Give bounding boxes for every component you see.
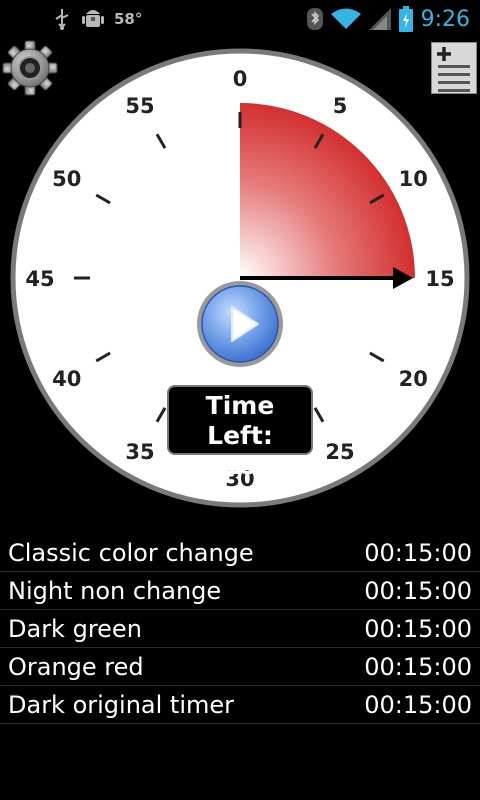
status-bar: 58° 9:26	[0, 0, 480, 38]
dial-number: 10	[399, 167, 428, 191]
status-bar-left: 58°	[52, 6, 142, 32]
list-item[interactable]: Orange red 00:15:00	[0, 648, 480, 686]
preset-name: Orange red	[8, 652, 144, 681]
android-debug-icon	[82, 10, 104, 27]
dial-number: 50	[52, 167, 81, 191]
status-clock: 9:26	[420, 6, 470, 32]
play-icon	[197, 281, 283, 367]
time-left-display: Time Left: 00:15:00	[167, 385, 313, 480]
time-left-value: 00:15:00	[177, 451, 303, 480]
battery-charging-icon	[398, 6, 413, 32]
status-bar-right: 9:26	[306, 6, 470, 32]
list-item[interactable]: Dark original timer 00:15:00	[0, 686, 480, 724]
dial-number: 0	[233, 67, 248, 91]
list-item[interactable]: Classic color change 00:15:00	[0, 534, 480, 572]
time-left-label: Time Left:	[205, 391, 275, 450]
list-item[interactable]: Night non change 00:15:00	[0, 572, 480, 610]
dial-number: 45	[25, 267, 54, 291]
cell-signal-icon	[368, 8, 391, 30]
play-button[interactable]	[196, 280, 284, 368]
wifi-icon	[330, 8, 361, 29]
dial-number: 40	[52, 367, 81, 391]
dial-number: 35	[125, 440, 154, 464]
preset-name: Night non change	[8, 576, 222, 605]
preset-name: Dark original timer	[8, 690, 235, 719]
preset-name: Dark green	[8, 614, 142, 643]
preset-name: Classic color change	[8, 538, 254, 567]
preset-time: 00:15:00	[364, 538, 472, 567]
preset-time: 00:15:00	[364, 652, 472, 681]
dial-number: 55	[125, 94, 154, 118]
dial-number: 25	[325, 440, 354, 464]
temperature-label: 58°	[114, 10, 143, 28]
list-item[interactable]: Dark green 00:15:00	[0, 610, 480, 648]
timer-dial-area: 0 5 10 15 20 25 30 35 40 45 50 55 Time Left: 00:15:…	[0, 46, 480, 516]
dial-number: 15	[425, 267, 454, 291]
dial-number: 5	[333, 94, 348, 118]
bluetooth-icon	[306, 8, 323, 30]
preset-time: 00:15:00	[364, 690, 472, 719]
dial-number: 20	[399, 367, 428, 391]
preset-list: Classic color change 00:15:00 Night non …	[0, 534, 480, 724]
preset-time: 00:15:00	[364, 576, 472, 605]
preset-time: 00:15:00	[364, 614, 472, 643]
usb-icon	[55, 9, 69, 30]
